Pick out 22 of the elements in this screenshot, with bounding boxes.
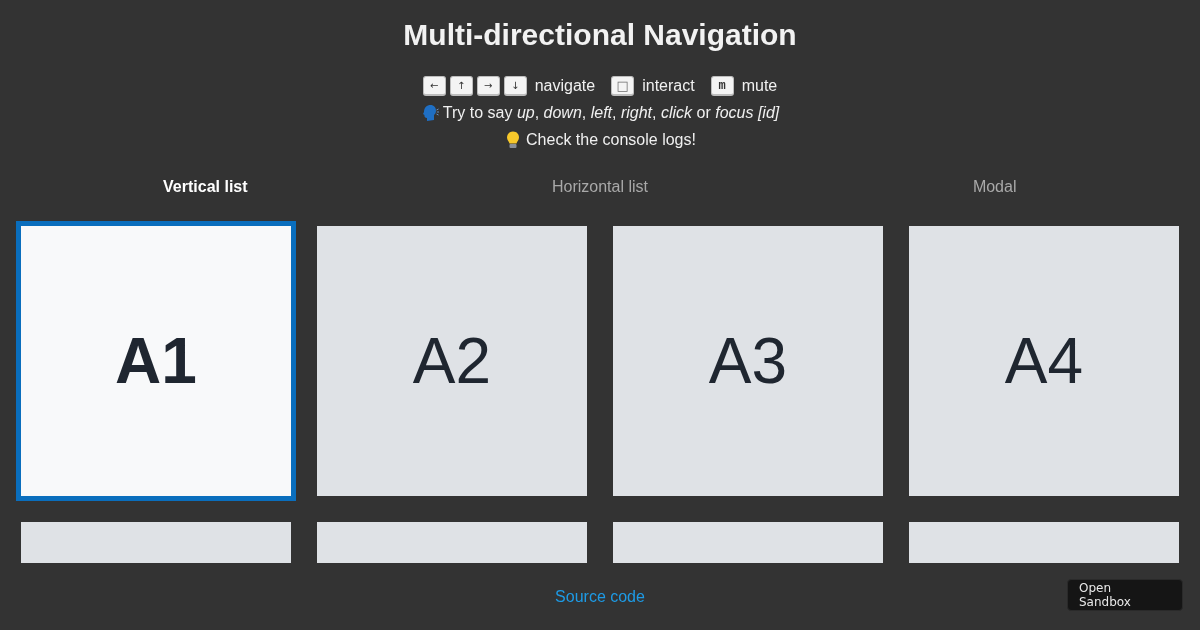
keyboard-key: ↑	[449, 76, 473, 96]
tile[interactable]: A1	[16, 221, 296, 501]
tile[interactable]: A3	[613, 226, 883, 496]
hint-text: Check the console logs!	[526, 129, 696, 150]
open-sandbox-button[interactable]: Open Sandbox	[1067, 579, 1183, 611]
speaking-head-icon	[420, 103, 439, 122]
keyboard-key: m	[710, 76, 734, 96]
keyboard-key: ↓	[503, 76, 527, 96]
tab[interactable]: Modal	[970, 176, 1019, 198]
keyboard-key: □	[611, 76, 635, 96]
keyboard-key: →	[476, 76, 500, 96]
source-code-link[interactable]: Source code	[555, 588, 645, 605]
legend-label: interact	[642, 76, 695, 96]
tab[interactable]: Vertical list	[161, 176, 250, 198]
tile[interactable]: A4	[909, 226, 1179, 496]
legend-label: mute	[741, 76, 778, 96]
page-title: Multi-directional Navigation	[403, 17, 797, 53]
keyboard-key: ←	[422, 76, 446, 96]
tile[interactable]: A2	[317, 226, 587, 496]
tab[interactable]: Horizontal list	[550, 176, 650, 198]
legend-label: navigate	[534, 76, 596, 96]
hint-text: Try to say up, down, left, right, click or focus [id]	[442, 102, 780, 123]
